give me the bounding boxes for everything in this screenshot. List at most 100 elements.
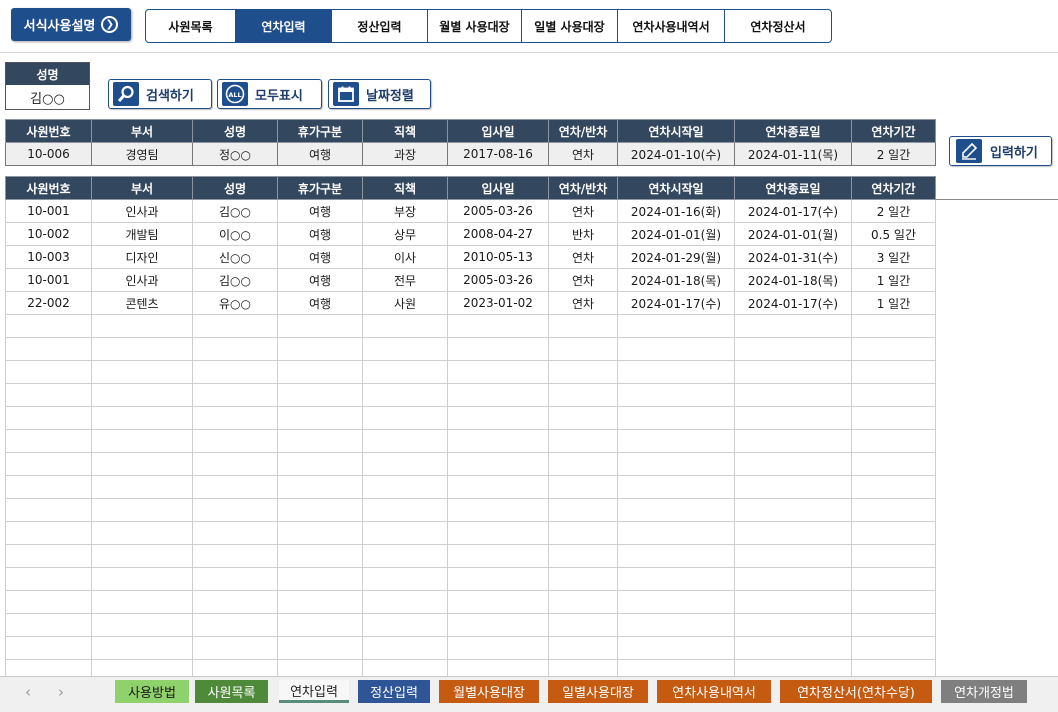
table-cell[interactable]: 유○○ [192, 291, 278, 315]
table-cell[interactable]: 김○○ [192, 268, 278, 292]
table-cell[interactable] [851, 544, 936, 568]
table-cell[interactable]: 2005-03-26 [447, 199, 549, 223]
table-cell[interactable]: 2023-01-02 [447, 291, 549, 315]
table-cell[interactable] [5, 360, 92, 384]
table-cell[interactable] [548, 636, 618, 660]
table-cell[interactable] [447, 429, 549, 453]
table-cell[interactable] [617, 360, 735, 384]
table-cell[interactable] [734, 613, 852, 637]
table-cell[interactable] [734, 567, 852, 591]
table-cell[interactable] [447, 383, 549, 407]
table-cell[interactable] [5, 429, 92, 453]
table-cell[interactable]: 반차 [548, 222, 618, 246]
table-cell[interactable] [734, 521, 852, 545]
table-cell[interactable] [548, 613, 618, 637]
table-cell[interactable] [548, 590, 618, 614]
table-cell[interactable]: 2024-01-18(목) [617, 268, 735, 292]
table-cell[interactable] [192, 337, 278, 361]
table-cell[interactable]: 10-003 [5, 245, 92, 269]
table-cell[interactable] [192, 452, 278, 476]
table-cell[interactable]: 2024-01-01(월) [734, 222, 852, 246]
table-cell[interactable] [447, 613, 549, 637]
table-cell[interactable]: 2024-01-17(수) [617, 291, 735, 315]
table-cell[interactable] [91, 567, 193, 591]
table-cell[interactable] [91, 590, 193, 614]
nav-tab-leave-entry[interactable]: 연차입력 [236, 10, 332, 42]
table-cell[interactable] [362, 613, 448, 637]
table-cell[interactable] [617, 406, 735, 430]
table-cell[interactable] [5, 475, 92, 499]
table-cell[interactable]: 전무 [362, 268, 448, 292]
table-cell[interactable] [91, 613, 193, 637]
table-cell[interactable] [548, 452, 618, 476]
table-cell[interactable]: 이○○ [192, 222, 278, 246]
table-cell[interactable] [734, 383, 852, 407]
table-cell[interactable] [362, 452, 448, 476]
table-cell[interactable]: 2 일간 [851, 199, 936, 223]
table-cell[interactable] [851, 636, 936, 660]
table-cell[interactable]: 연차 [548, 291, 618, 315]
table-cell[interactable] [277, 337, 363, 361]
table-cell[interactable] [617, 544, 735, 568]
table-cell[interactable] [192, 314, 278, 338]
entry-cell[interactable]: 2017-08-16 [447, 142, 549, 166]
table-cell[interactable] [617, 337, 735, 361]
table-cell[interactable] [851, 498, 936, 522]
table-cell[interactable] [447, 521, 549, 545]
table-cell[interactable] [362, 383, 448, 407]
table-cell[interactable]: 사원 [362, 291, 448, 315]
sheet-tab-employee-list[interactable]: 사원목록 [195, 680, 268, 703]
table-cell[interactable] [277, 636, 363, 660]
table-cell[interactable] [734, 590, 852, 614]
table-cell[interactable]: 연차 [548, 268, 618, 292]
table-cell[interactable] [447, 452, 549, 476]
table-cell[interactable] [851, 360, 936, 384]
table-cell[interactable]: 2010-05-13 [447, 245, 549, 269]
sheet-tab-usage-guide[interactable]: 사용방법 [115, 680, 189, 703]
table-cell[interactable] [192, 383, 278, 407]
sheet-tab-revised-law[interactable]: 연차개정법 [941, 680, 1027, 703]
name-filter-input[interactable]: 김○○ [6, 85, 89, 109]
table-cell[interactable] [362, 567, 448, 591]
table-cell[interactable] [362, 590, 448, 614]
table-cell[interactable]: 2024-01-17(수) [734, 291, 852, 315]
table-cell[interactable] [277, 452, 363, 476]
table-cell[interactable] [548, 406, 618, 430]
table-cell[interactable] [277, 406, 363, 430]
table-cell[interactable] [447, 498, 549, 522]
entry-cell[interactable]: 경영팀 [91, 142, 193, 166]
table-cell[interactable]: 여행 [277, 222, 363, 246]
table-cell[interactable] [192, 475, 278, 499]
table-cell[interactable] [277, 544, 363, 568]
table-cell[interactable] [851, 337, 936, 361]
table-cell[interactable] [447, 475, 549, 499]
table-cell[interactable]: 2024-01-17(수) [734, 199, 852, 223]
table-cell[interactable] [192, 636, 278, 660]
table-cell[interactable] [91, 498, 193, 522]
entry-cell[interactable]: 정○○ [192, 142, 278, 166]
table-cell[interactable] [617, 636, 735, 660]
table-cell[interactable]: 인사과 [91, 199, 193, 223]
table-cell[interactable] [734, 475, 852, 499]
table-cell[interactable] [362, 475, 448, 499]
sheet-tab-leave-entry[interactable]: 연차입력 [279, 680, 349, 703]
table-cell[interactable]: 10-001 [5, 199, 92, 223]
table-cell[interactable]: 1 일간 [851, 291, 936, 315]
entry-cell[interactable]: 여행 [277, 142, 363, 166]
table-cell[interactable] [851, 613, 936, 637]
table-cell[interactable] [362, 314, 448, 338]
table-cell[interactable] [277, 590, 363, 614]
table-cell[interactable] [548, 521, 618, 545]
table-cell[interactable]: 인사과 [91, 268, 193, 292]
table-cell[interactable] [548, 429, 618, 453]
sheet-tab-daily-ledger[interactable]: 일별사용대장 [548, 680, 648, 703]
sheet-tab-usage-statement[interactable]: 연차사용내역서 [657, 680, 771, 703]
table-cell[interactable] [734, 452, 852, 476]
table-cell[interactable] [851, 314, 936, 338]
date-sort-button[interactable]: 날짜정렬 [328, 79, 431, 109]
table-cell[interactable]: 연차 [548, 199, 618, 223]
table-cell[interactable] [617, 383, 735, 407]
table-cell[interactable] [5, 406, 92, 430]
table-cell[interactable] [617, 475, 735, 499]
table-cell[interactable] [5, 498, 92, 522]
